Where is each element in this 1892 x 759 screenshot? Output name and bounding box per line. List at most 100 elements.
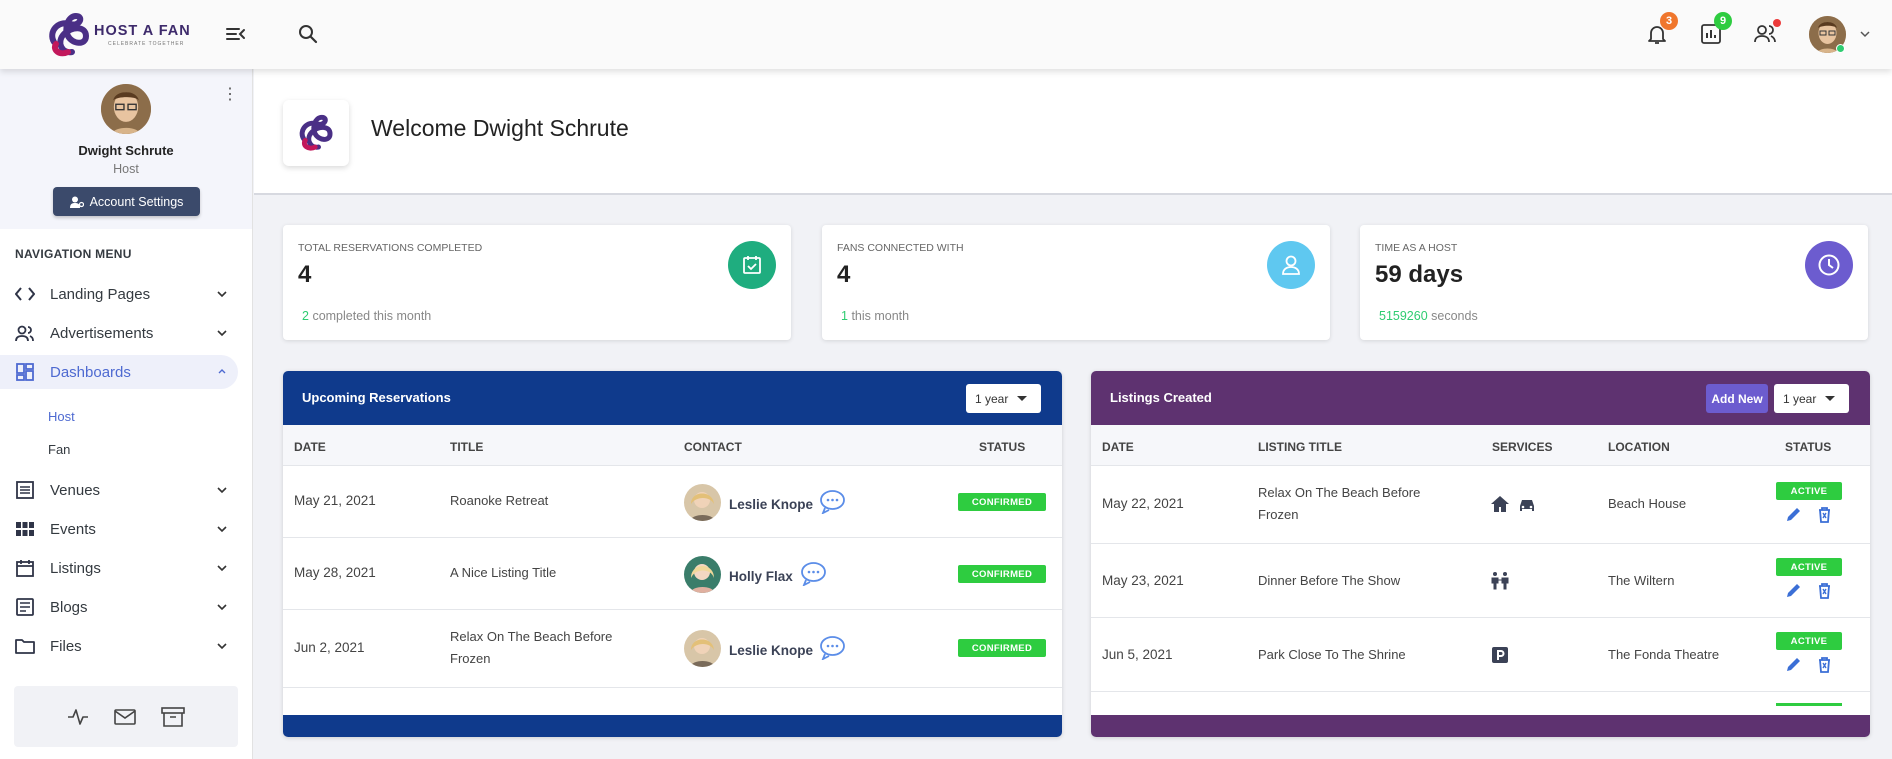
home-icon [1491, 496, 1509, 512]
profile-role: Host [113, 162, 139, 176]
status-badge: ACTIVE [1776, 558, 1842, 576]
welcome-logo [283, 100, 349, 166]
chat-icon[interactable] [800, 561, 827, 586]
column-header[interactable]: SERVICES [1492, 440, 1552, 454]
sidebar-item-dashboards[interactable]: Dashboards [0, 355, 238, 389]
contact-name[interactable]: Leslie Knope [729, 643, 813, 658]
user-cog-icon [69, 196, 84, 208]
chat-icon[interactable] [819, 489, 846, 514]
table-row[interactable]: May 21, 2021 Roanoke Retreat Leslie Knop… [283, 466, 1062, 538]
app-logo[interactable]: HOST A FAN CELEBRATE TOGETHER [46, 12, 191, 58]
reservations-period-select[interactable]: 1 year [966, 384, 1041, 413]
column-header[interactable]: LISTING TITLE [1258, 440, 1342, 454]
stat-label: TIME AS A HOST [1375, 242, 1458, 254]
listings-period-select[interactable]: 1 year [1774, 384, 1849, 413]
friends-button[interactable] [1753, 19, 1781, 46]
contact-name[interactable]: Holly Flax [729, 569, 793, 584]
column-header[interactable]: LOCATION [1608, 440, 1670, 454]
stat-card-reservations: TOTAL RESERVATIONS COMPLETED 4 2 complet… [283, 225, 791, 340]
stat-card-time-as-host: TIME AS A HOST 59 days 5159260 seconds [1360, 225, 1868, 340]
avatar [684, 630, 721, 667]
sidebar-item-label: Listings [50, 559, 101, 577]
reports-button[interactable]: 9 [1699, 12, 1732, 46]
column-header[interactable]: DATE [1102, 440, 1134, 454]
contact-name[interactable]: Leslie Knope [729, 497, 813, 512]
select-value: 1 year [1783, 391, 1817, 406]
grid-icon [14, 518, 36, 540]
chevron-down-icon [217, 487, 227, 494]
column-header[interactable]: CONTACT [684, 440, 742, 454]
stat-footnote-text: completed this month [312, 309, 432, 323]
delete-icon[interactable] [1816, 656, 1833, 673]
chat-icon[interactable] [819, 635, 846, 660]
row-title: Dinner Before The Show [1258, 573, 1401, 588]
search-icon[interactable] [296, 22, 320, 46]
folder-icon [14, 635, 36, 657]
check-calendar-icon [728, 241, 776, 289]
stat-footnote: 2 completed this month [302, 309, 431, 323]
reservations-panel: Upcoming Reservations 1 year DATE TITLE … [283, 371, 1062, 737]
sidebar-subitem-fan[interactable]: Fan [48, 442, 70, 457]
menu-collapse-icon[interactable] [224, 22, 248, 46]
dining-icon [1491, 572, 1509, 590]
users-icon [14, 322, 36, 344]
table-row[interactable]: May 22, 2021 Relax On The Beach Before F… [1091, 466, 1870, 544]
stat-value: 4 [298, 261, 312, 288]
row-title-line1: Relax On The Beach Before [1258, 485, 1421, 500]
panel-title: Listings Created [1110, 390, 1212, 405]
account-settings-button[interactable]: Account Settings [53, 187, 200, 216]
mail-icon[interactable] [114, 708, 136, 726]
logo-tagline: CELEBRATE TOGETHER [108, 41, 185, 47]
table-row[interactable]: May 23, 2021 Dinner Before The Show The … [1091, 544, 1870, 618]
table-row[interactable]: May 28, 2021 A Nice Listing Title Holly … [283, 538, 1062, 610]
blog-icon [14, 596, 36, 618]
row-date: Jun 5, 2021 [1102, 647, 1173, 662]
edit-icon[interactable] [1785, 506, 1802, 523]
profile-more-icon[interactable]: ⋮ [222, 87, 238, 103]
column-header[interactable]: STATUS [1785, 440, 1831, 454]
sidebar-item-label: Files [50, 637, 82, 655]
sidebar-item-events[interactable]: Events [0, 512, 238, 546]
sidebar-subitem-host[interactable]: Host [48, 409, 75, 424]
logo-title: HOST A FAN [94, 23, 191, 39]
chevron-down-icon[interactable] [1860, 30, 1870, 38]
logo-mark-icon [49, 12, 90, 57]
add-new-button[interactable]: Add New [1706, 384, 1768, 413]
column-header[interactable]: DATE [294, 440, 326, 454]
chevron-down-icon [217, 330, 227, 337]
table-row[interactable]: Jun 2, 2021 Relax On The Beach Before Fr… [283, 610, 1062, 688]
profile-name: Dwight Schrute [78, 143, 174, 158]
profile-avatar [101, 84, 151, 134]
stat-label: FANS CONNECTED WITH [837, 242, 964, 254]
column-header[interactable]: STATUS [979, 440, 1025, 454]
sidebar-item-listings[interactable]: Listings [0, 551, 238, 585]
sidebar-item-venues[interactable]: Venues [0, 473, 238, 507]
row-title: Roanoke Retreat [450, 493, 549, 508]
status-badge: ACTIVE [1776, 632, 1842, 650]
page-title: Welcome Dwight Schrute [371, 115, 629, 141]
delete-icon[interactable] [1816, 506, 1833, 523]
notifications-button[interactable]: 3 [1645, 12, 1678, 46]
row-title-line1: Relax On The Beach Before [450, 629, 613, 644]
delete-icon[interactable] [1816, 582, 1833, 599]
activity-icon[interactable] [67, 707, 89, 727]
avatar [684, 556, 721, 593]
sidebar-item-files[interactable]: Files [0, 629, 238, 663]
stat-footnote-number: 2 [302, 309, 309, 323]
chevron-down-icon [217, 526, 227, 533]
listings-header: Listings Created Add New 1 year [1091, 371, 1870, 425]
edit-icon[interactable] [1785, 656, 1802, 673]
edit-icon[interactable] [1785, 582, 1802, 599]
row-date: May 21, 2021 [294, 493, 376, 508]
column-header[interactable]: TITLE [450, 440, 483, 454]
select-value: 1 year [975, 391, 1009, 406]
sidebar-item-advertisements[interactable]: Advertisements [0, 316, 238, 350]
welcome-banner: Welcome Dwight Schrute [254, 69, 1892, 195]
archive-icon[interactable] [161, 706, 185, 727]
car-icon [1520, 500, 1534, 511]
table-row[interactable]: Jun 5, 2021 Park Close To The Shrine The… [1091, 618, 1870, 692]
sidebar-item-landing-pages[interactable]: Landing Pages [0, 277, 238, 311]
stat-label: TOTAL RESERVATIONS COMPLETED [298, 242, 483, 254]
table-header: DATE LISTING TITLE SERVICES LOCATION STA… [1091, 425, 1870, 466]
sidebar-item-blogs[interactable]: Blogs [0, 590, 238, 624]
